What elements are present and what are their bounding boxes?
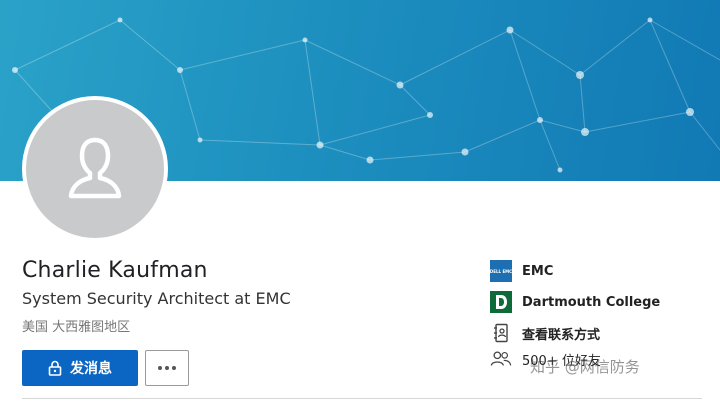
send-message-button[interactable]: 发消息 bbox=[22, 350, 138, 386]
profile-location: 美国 大西雅图地区 bbox=[22, 320, 131, 335]
people-icon bbox=[490, 348, 512, 370]
profile-avatar[interactable] bbox=[22, 96, 168, 242]
contact-info-link[interactable]: 查看联系方式 bbox=[490, 322, 600, 344]
send-message-label: 发消息 bbox=[70, 361, 112, 377]
contact-card-icon bbox=[490, 322, 512, 344]
profile-name: Charlie Kaufman bbox=[22, 258, 208, 283]
watermark: 知乎 @网信防务 bbox=[530, 358, 640, 376]
section-divider bbox=[22, 398, 702, 399]
lock-icon bbox=[48, 360, 62, 376]
education-school[interactable]: Dartmouth College bbox=[490, 291, 660, 313]
school-name: Dartmouth College bbox=[522, 294, 661, 310]
person-silhouette-icon bbox=[68, 137, 122, 199]
emc-logo-text: DELL EMC bbox=[489, 268, 513, 274]
company-name: EMC bbox=[522, 263, 554, 279]
emc-logo-icon: DELL EMC bbox=[490, 260, 512, 282]
profile-headline: System Security Architect at EMC bbox=[22, 289, 291, 308]
contact-info-label: 查看联系方式 bbox=[522, 327, 601, 343]
more-dots-icon bbox=[158, 366, 176, 370]
current-company[interactable]: DELL EMC EMC bbox=[490, 260, 553, 282]
more-actions-button[interactable] bbox=[145, 350, 189, 386]
dartmouth-logo-icon bbox=[490, 291, 512, 313]
